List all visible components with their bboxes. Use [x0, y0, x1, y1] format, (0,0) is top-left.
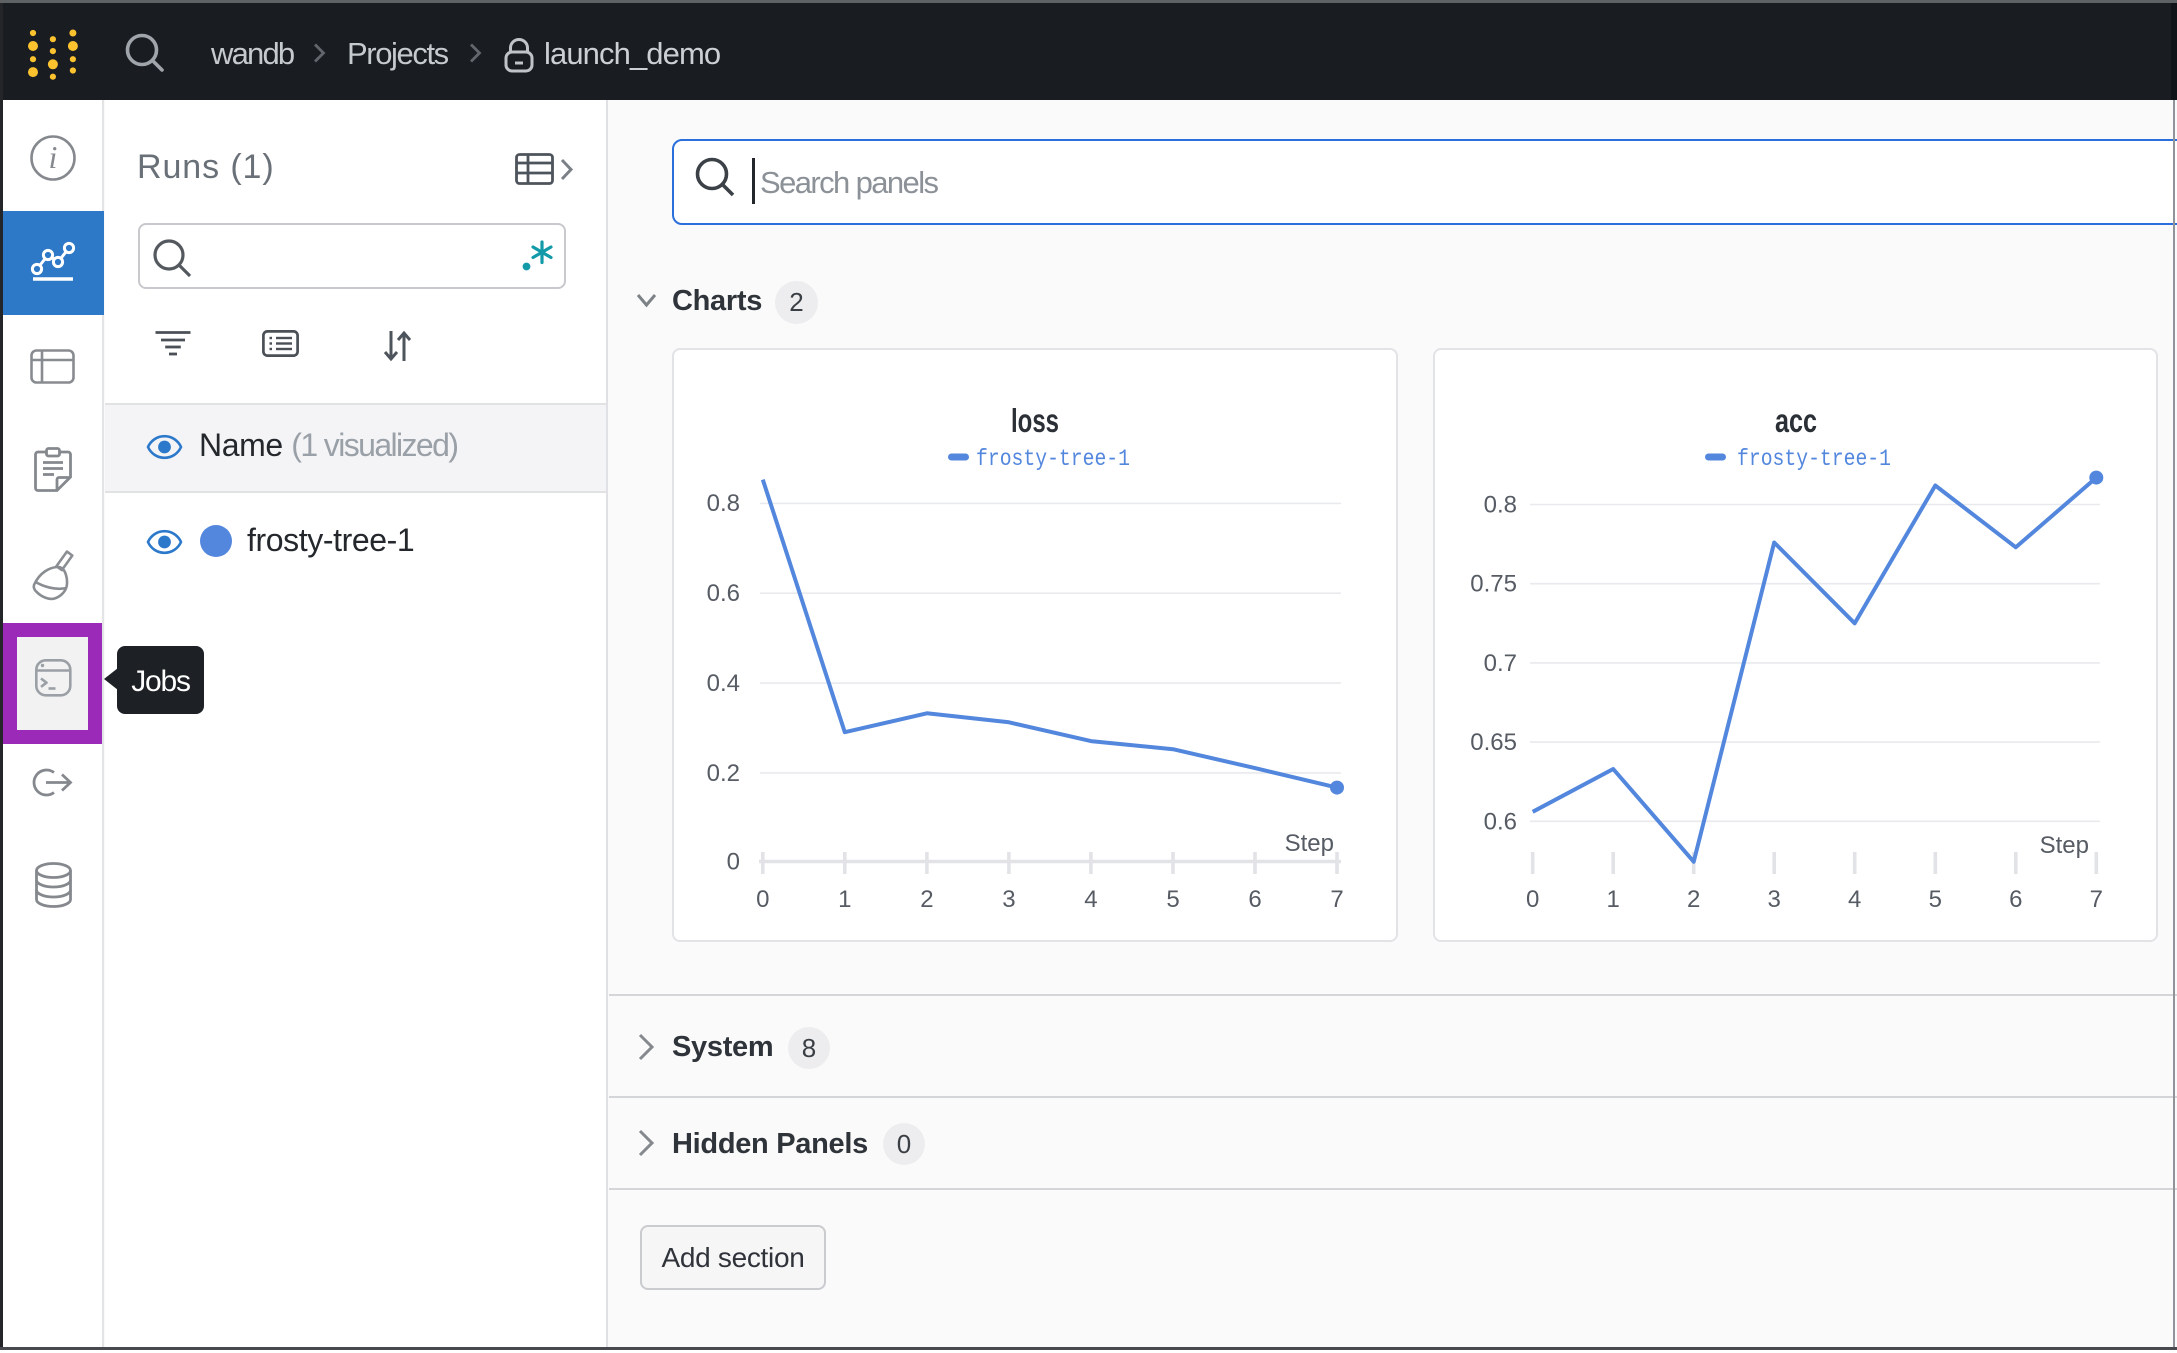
svg-text:i: i	[49, 139, 58, 175]
svg-text:0.75: 0.75	[1470, 571, 1517, 598]
svg-text:6: 6	[1248, 886, 1261, 913]
svg-text:frosty-tree-1: frosty-tree-1	[976, 446, 1130, 472]
svg-text:3: 3	[1768, 886, 1781, 913]
svg-text:0.6: 0.6	[707, 580, 740, 607]
svg-text:6: 6	[2009, 886, 2022, 913]
svg-text:frosty-tree-1: frosty-tree-1	[1737, 446, 1891, 472]
svg-text:Step: Step	[1285, 830, 1334, 857]
svg-text:loss: loss	[1011, 402, 1059, 439]
svg-text:3: 3	[1002, 886, 1015, 913]
svg-text:2: 2	[1687, 886, 1700, 913]
svg-text:0.2: 0.2	[707, 760, 740, 787]
svg-text:1: 1	[838, 886, 851, 913]
svg-text:0.65: 0.65	[1470, 729, 1517, 756]
svg-text:acc: acc	[1775, 402, 1817, 439]
svg-text:0.8: 0.8	[707, 490, 740, 517]
svg-text:0.7: 0.7	[1484, 650, 1517, 677]
svg-text:1: 1	[1607, 886, 1620, 913]
svg-text:0.6: 0.6	[1484, 808, 1517, 835]
svg-text:5: 5	[1166, 886, 1179, 913]
svg-text:0: 0	[727, 849, 740, 876]
svg-text:0: 0	[756, 886, 769, 913]
svg-text:0: 0	[1526, 886, 1539, 913]
svg-text:5: 5	[1929, 886, 1942, 913]
svg-text:0.8: 0.8	[1484, 492, 1517, 519]
svg-text:2: 2	[920, 886, 933, 913]
svg-text:7: 7	[2090, 886, 2103, 913]
svg-text:4: 4	[1848, 886, 1861, 913]
svg-text:0.4: 0.4	[707, 670, 740, 697]
svg-text:7: 7	[1330, 886, 1343, 913]
svg-text:4: 4	[1084, 886, 1097, 913]
svg-text:Step: Step	[2040, 832, 2089, 859]
